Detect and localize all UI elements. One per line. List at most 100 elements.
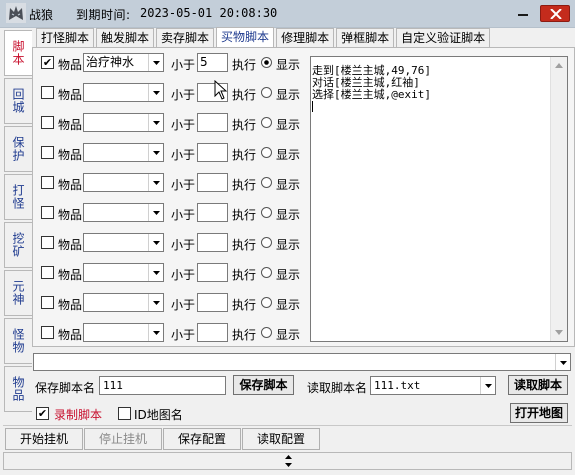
row-enable-checkbox[interactable]: ✔ — [41, 56, 54, 69]
tab-buy-script[interactable]: 买物脚本 — [216, 27, 275, 47]
script-editor[interactable]: 走到[楼兰主城,49,76] 对话[楼兰主城,红袖] 选择[楼兰主城,@exit… — [310, 56, 568, 342]
item-select[interactable] — [83, 143, 164, 162]
row-enable-checkbox[interactable] — [41, 176, 54, 189]
side-tab-return[interactable]: 回城 — [4, 78, 32, 124]
expand-down-icon[interactable] — [285, 463, 292, 467]
radio-icon[interactable] — [261, 267, 272, 278]
exec-label[interactable]: 执行 — [232, 56, 256, 73]
item-dropdown[interactable] — [148, 234, 163, 251]
side-tab-mining[interactable]: 挖矿 — [4, 222, 32, 268]
item-select[interactable] — [83, 323, 164, 342]
side-tab-spirit[interactable]: 元神 — [4, 270, 32, 316]
save-script-name-input[interactable]: 111 — [99, 376, 226, 395]
show-label[interactable]: 显示 — [276, 206, 300, 223]
side-tab-item[interactable]: 物品 — [4, 366, 32, 412]
load-script-name-select[interactable]: 111.txt — [370, 376, 496, 395]
record-script-checkbox[interactable]: ✔ — [36, 407, 49, 420]
tab-custom-verify-script[interactable]: 自定义验证脚本 — [396, 28, 491, 47]
show-label[interactable]: 显示 — [276, 326, 300, 343]
minimize-icon[interactable] — [514, 4, 532, 20]
item-select[interactable] — [83, 293, 164, 312]
exec-label[interactable]: 执行 — [232, 146, 256, 163]
item-dropdown[interactable] — [148, 204, 163, 221]
item-dropdown[interactable] — [148, 174, 163, 191]
tab-repair-script[interactable]: 修理脚本 — [276, 28, 335, 47]
exec-label[interactable]: 执行 — [232, 236, 256, 253]
expand-up-icon[interactable] — [285, 455, 292, 459]
item-dropdown[interactable] — [148, 264, 163, 281]
row-enable-checkbox[interactable] — [41, 206, 54, 219]
load-script-dropdown[interactable] — [480, 377, 495, 394]
exec-label[interactable]: 执行 — [232, 296, 256, 313]
show-label[interactable]: 显示 — [276, 146, 300, 163]
quantity-input[interactable] — [197, 203, 228, 222]
quantity-input[interactable] — [197, 113, 228, 132]
item-select[interactable] — [83, 263, 164, 282]
quantity-input[interactable] — [197, 143, 228, 162]
tab-sell-store-script[interactable]: 卖存脚本 — [156, 28, 215, 47]
item-dropdown[interactable] — [148, 324, 163, 341]
radio-icon[interactable] — [261, 207, 272, 218]
radio-icon[interactable] — [261, 87, 272, 98]
show-label[interactable]: 显示 — [276, 266, 300, 283]
row-enable-checkbox[interactable] — [41, 146, 54, 159]
scroll-up-icon[interactable] — [555, 63, 563, 68]
row-enable-checkbox[interactable] — [41, 86, 54, 99]
show-label[interactable]: 显示 — [276, 56, 300, 73]
row-enable-checkbox[interactable] — [41, 266, 54, 279]
item-select[interactable]: 治疗神水 — [83, 53, 164, 72]
show-label[interactable]: 显示 — [276, 116, 300, 133]
radio-icon[interactable] — [261, 57, 272, 68]
side-tab-script[interactable]: 脚本 — [4, 30, 32, 76]
exec-label[interactable]: 执行 — [232, 176, 256, 193]
row-enable-checkbox[interactable] — [41, 296, 54, 309]
radio-icon[interactable] — [261, 117, 272, 128]
scroll-down-icon[interactable] — [555, 330, 563, 335]
exec-label[interactable]: 执行 — [232, 326, 256, 343]
stop-bot-button[interactable]: 停止挂机 — [84, 428, 162, 450]
start-bot-button[interactable]: 开始挂机 — [5, 428, 83, 450]
quantity-input[interactable] — [197, 323, 228, 342]
radio-icon[interactable] — [261, 177, 272, 188]
quantity-input[interactable] — [197, 173, 228, 192]
show-label[interactable]: 显示 — [276, 236, 300, 253]
row-enable-checkbox[interactable] — [41, 236, 54, 249]
close-button[interactable] — [540, 5, 570, 22]
row-enable-checkbox[interactable] — [41, 326, 54, 339]
radio-icon[interactable] — [261, 237, 272, 248]
open-map-button[interactable]: 打开地图 — [510, 403, 568, 423]
radio-icon[interactable] — [261, 297, 272, 308]
exec-label[interactable]: 执行 — [232, 86, 256, 103]
item-select[interactable] — [83, 233, 164, 252]
side-tab-fight[interactable]: 打怪 — [4, 174, 32, 220]
radio-icon[interactable] — [261, 147, 272, 158]
script-scrollbar[interactable] — [550, 57, 567, 341]
item-select[interactable] — [83, 203, 164, 222]
command-combo-dropdown[interactable] — [555, 354, 570, 370]
load-config-button[interactable]: 读取配置 — [242, 428, 320, 450]
item-dropdown[interactable] — [148, 294, 163, 311]
item-select[interactable] — [83, 173, 164, 192]
row-enable-checkbox[interactable] — [41, 116, 54, 129]
id-map-checkbox[interactable] — [118, 407, 131, 420]
item-dropdown[interactable] — [148, 144, 163, 161]
side-tab-protect[interactable]: 保护 — [4, 126, 32, 172]
item-dropdown[interactable] — [148, 114, 163, 131]
exec-label[interactable]: 执行 — [232, 116, 256, 133]
quantity-input[interactable] — [197, 263, 228, 282]
radio-icon[interactable] — [261, 327, 272, 338]
load-script-button[interactable]: 读取脚本 — [508, 375, 568, 395]
tab-trigger-script[interactable]: 触发脚本 — [96, 28, 155, 47]
panel-splitter[interactable] — [3, 452, 572, 470]
command-combo[interactable] — [33, 353, 571, 371]
item-dropdown[interactable] — [148, 54, 163, 71]
exec-label[interactable]: 执行 — [232, 206, 256, 223]
show-label[interactable]: 显示 — [276, 296, 300, 313]
item-select[interactable] — [83, 83, 164, 102]
item-select[interactable] — [83, 113, 164, 132]
tab-fight-script[interactable]: 打怪脚本 — [36, 28, 95, 47]
save-script-button[interactable]: 保存脚本 — [233, 375, 294, 395]
exec-label[interactable]: 执行 — [232, 266, 256, 283]
show-label[interactable]: 显示 — [276, 86, 300, 103]
show-label[interactable]: 显示 — [276, 176, 300, 193]
